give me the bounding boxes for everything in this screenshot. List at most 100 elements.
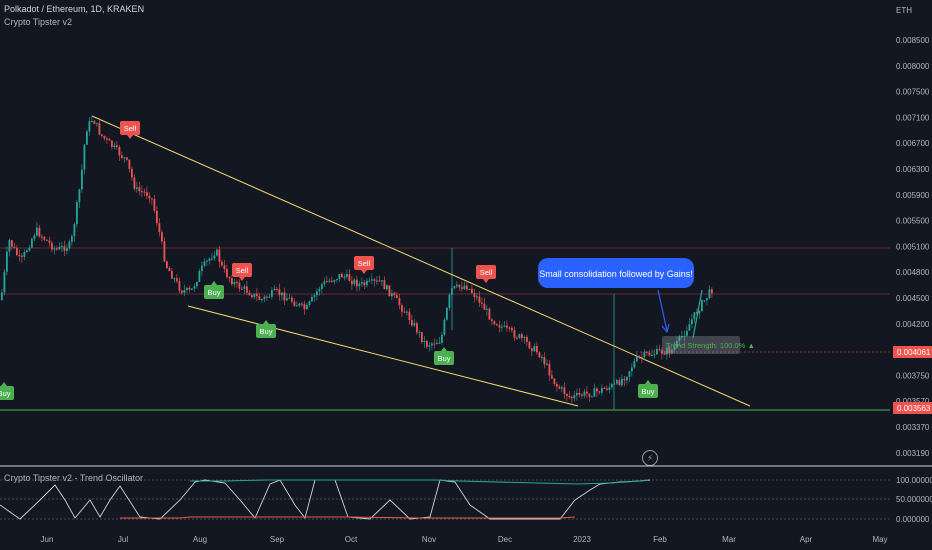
candle-body <box>71 236 73 242</box>
candle-body <box>651 354 653 356</box>
candle-body <box>66 248 68 251</box>
candle-body <box>433 343 436 345</box>
candle-body <box>186 287 188 291</box>
candle-body <box>538 352 541 358</box>
candle-body <box>371 279 373 281</box>
candle-body <box>631 367 633 372</box>
time-tick: Oct <box>345 535 358 544</box>
time-tick: Nov <box>422 535 436 544</box>
candle-body <box>323 281 326 285</box>
candle-body <box>351 280 353 285</box>
candle-body <box>23 252 26 257</box>
candle-body <box>386 285 388 290</box>
time-tick: Jul <box>118 535 128 544</box>
candle-body <box>168 268 171 272</box>
signal-pointer <box>361 270 367 274</box>
candle-body <box>286 298 288 301</box>
candle-body <box>256 293 258 297</box>
candle-body <box>541 357 543 359</box>
price-axis[interactable]: ETH 0.008500 0.008000 0.007500 0.007100 0.00… <box>896 6 930 458</box>
candle-body <box>518 334 521 338</box>
candle-body <box>548 363 551 376</box>
candle-body <box>551 375 553 379</box>
candle-body <box>273 288 276 291</box>
candle-body <box>276 288 278 290</box>
candle-body <box>216 249 218 256</box>
svg-text:0.004061: 0.004061 <box>897 348 931 357</box>
candle-body <box>381 280 383 282</box>
candle-body <box>543 357 546 365</box>
candle-body <box>326 281 328 283</box>
candle-body <box>498 325 501 328</box>
candle-body <box>108 138 111 141</box>
candle-body <box>268 296 271 298</box>
candle-body <box>643 351 646 358</box>
candle-body <box>416 323 418 333</box>
time-axis[interactable]: Jun Jul Aug Sep Oct Nov Dec 2023 Feb Mar Apr May <box>41 535 888 544</box>
candle-body <box>33 235 36 239</box>
candle-body <box>418 332 421 334</box>
candle-body <box>223 265 226 270</box>
trendline-lower[interactable] <box>187 305 579 407</box>
candle-body <box>193 286 196 289</box>
candle-body <box>413 323 416 326</box>
candle-body <box>501 326 503 328</box>
candle-body <box>361 282 363 284</box>
trend-strength-text: Trend Strength: 100.0% ▲ <box>666 341 755 350</box>
osc-tick-50: 50.000000 <box>896 495 932 504</box>
candle-body <box>21 255 23 257</box>
candle-body <box>233 281 236 285</box>
candle-body <box>238 282 241 289</box>
signal-pointer <box>645 380 651 384</box>
candle-body <box>358 283 361 287</box>
candle-body <box>46 239 48 241</box>
candle-body <box>308 301 311 306</box>
candle-body <box>388 285 391 297</box>
candle-body <box>183 290 186 293</box>
candle-body <box>531 348 533 352</box>
trend-strength-box: Trend Strength: 100.0% ▲ <box>662 336 755 354</box>
candle-body <box>113 145 116 147</box>
candle-body <box>53 248 56 250</box>
candle-body <box>123 157 126 159</box>
callout[interactable]: Small consolidation followed by Gains! <box>538 258 694 288</box>
candle-body <box>283 292 286 301</box>
candle-body <box>263 296 266 300</box>
candle-body <box>466 285 468 290</box>
candle-body <box>638 356 641 358</box>
price-chart[interactable]: ETH 0.008500 0.008000 0.007500 0.007100 0.00… <box>0 0 932 550</box>
candle-body <box>43 236 46 240</box>
price-tick: 0.003190 <box>896 449 930 458</box>
candle-body <box>316 291 318 296</box>
candle-body <box>588 393 591 397</box>
candle-body <box>473 293 476 298</box>
oscillator-pane[interactable]: 100.000000 50.000000 0.000000 <box>0 476 932 524</box>
candle-body <box>188 287 191 290</box>
candle-body <box>333 280 336 282</box>
candle-body <box>356 279 358 287</box>
candle-body <box>691 319 693 325</box>
candle-body <box>601 387 603 393</box>
candle-body <box>363 282 366 286</box>
time-tick: May <box>872 535 887 544</box>
candle-body <box>493 321 496 325</box>
candle-body <box>331 280 333 282</box>
candle-body <box>106 138 108 140</box>
candle-body <box>658 349 661 351</box>
candle-body <box>686 330 688 336</box>
candle-body <box>148 195 151 199</box>
candle-body <box>426 341 428 347</box>
candle-body <box>348 274 351 281</box>
candle-body <box>91 120 93 122</box>
candle-body <box>118 147 121 156</box>
candle-body <box>26 250 28 253</box>
candle-body <box>146 192 148 196</box>
candle-body <box>241 288 243 290</box>
candle-body <box>298 303 301 306</box>
candle-body <box>648 352 651 356</box>
candle-body <box>448 294 451 308</box>
price-tick: 0.004500 <box>896 294 930 303</box>
candle-body <box>291 297 293 302</box>
candle-body <box>583 391 586 396</box>
candle-body <box>208 258 211 261</box>
